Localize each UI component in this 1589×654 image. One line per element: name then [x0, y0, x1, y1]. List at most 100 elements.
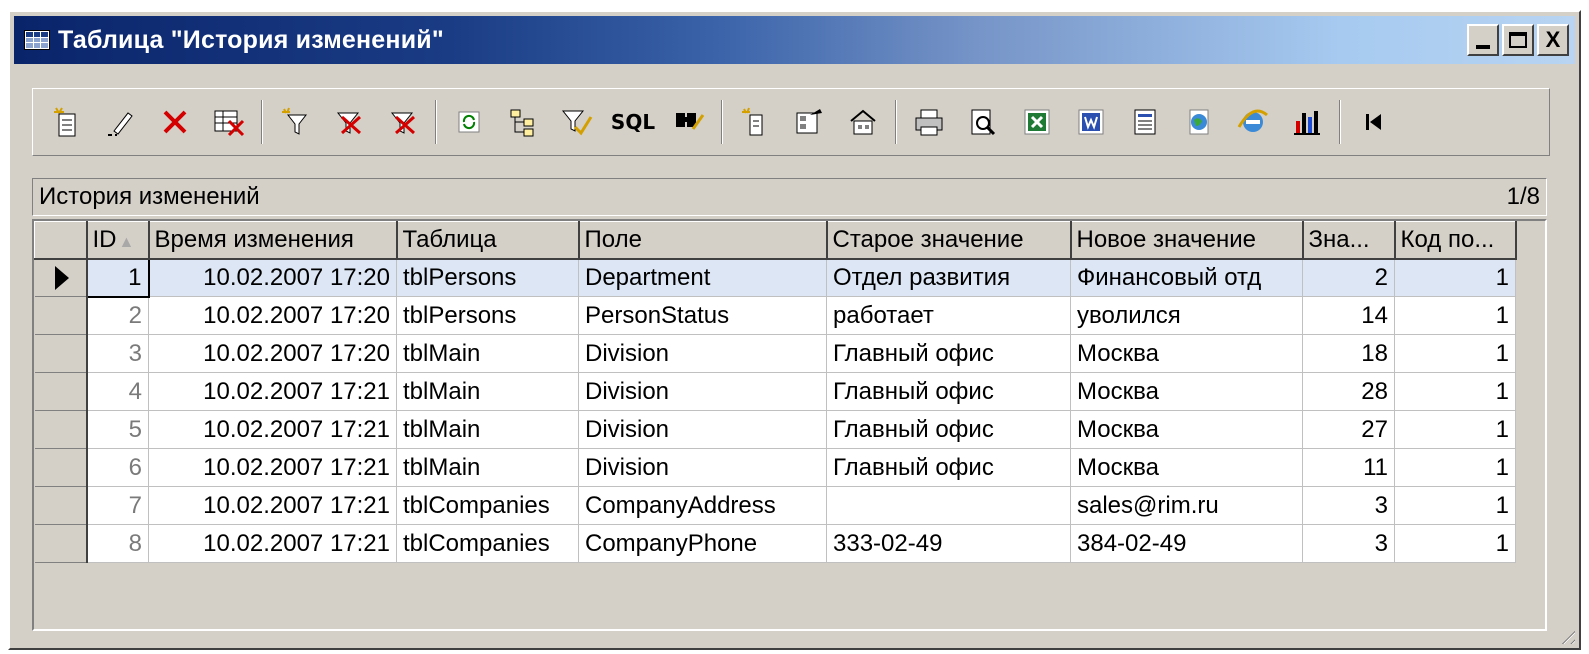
- cell-table[interactable]: tblMain: [396, 448, 579, 487]
- cell-time[interactable]: 10.02.2007 17:20: [148, 258, 397, 297]
- cell-code[interactable]: 1: [1394, 258, 1516, 297]
- cell-code[interactable]: 1: [1394, 372, 1516, 411]
- cell-time[interactable]: 10.02.2007 17:20: [148, 334, 397, 373]
- column-header-code[interactable]: Код по...: [1394, 221, 1517, 260]
- cell-code[interactable]: 1: [1394, 524, 1516, 563]
- row-selector[interactable]: [34, 448, 88, 487]
- cell-old[interactable]: работает: [826, 296, 1071, 335]
- cell-new[interactable]: Москва: [1070, 372, 1303, 411]
- properties-icon[interactable]: [787, 100, 831, 144]
- resize-grip[interactable]: [1557, 626, 1575, 644]
- cell-old[interactable]: Главный офис: [826, 372, 1071, 411]
- edit-pencil-icon[interactable]: [99, 100, 143, 144]
- cell-val[interactable]: 28: [1302, 372, 1395, 411]
- cell-old[interactable]: [826, 486, 1071, 525]
- delete-table-icon[interactable]: [207, 100, 251, 144]
- cell-time[interactable]: 10.02.2007 17:21: [148, 486, 397, 525]
- column-header-time[interactable]: Время изменения: [148, 221, 398, 260]
- cell-field[interactable]: CompanyPhone: [578, 524, 827, 563]
- cell-field[interactable]: PersonStatus: [578, 296, 827, 335]
- table-row[interactable]: 8 10.02.2007 17:21 tblCompanies CompanyPhon…: [34, 524, 1516, 563]
- cell-new[interactable]: Финансовый отд: [1070, 258, 1303, 297]
- column-header-new-value[interactable]: Новое значение: [1070, 221, 1304, 260]
- globe-icon[interactable]: [1177, 100, 1221, 144]
- column-header-table[interactable]: Таблица: [396, 221, 580, 260]
- table-row[interactable]: 2 10.02.2007 17:20 tblPersons PersonStatus р…: [34, 296, 1516, 335]
- cell-id[interactable]: 7: [86, 486, 149, 525]
- column-header-field[interactable]: Поле: [578, 221, 828, 260]
- cell-code[interactable]: 1: [1394, 448, 1516, 487]
- remove-filter-icon[interactable]: [381, 100, 425, 144]
- first-record-icon[interactable]: [1351, 100, 1395, 144]
- column-header-id[interactable]: ID ▲: [86, 221, 150, 260]
- cell-old[interactable]: Отдел развития: [826, 258, 1071, 297]
- cell-code[interactable]: 1: [1394, 296, 1516, 335]
- cell-time[interactable]: 10.02.2007 17:21: [148, 410, 397, 449]
- cell-id[interactable]: 3: [86, 334, 149, 373]
- cell-val[interactable]: 11: [1302, 448, 1395, 487]
- maximize-button[interactable]: [1502, 24, 1534, 56]
- row-selector[interactable]: [34, 258, 88, 297]
- chart-icon[interactable]: [1285, 100, 1329, 144]
- cell-old[interactable]: Главный офис: [826, 410, 1071, 449]
- delete-x-icon[interactable]: [153, 100, 197, 144]
- cell-new[interactable]: Москва: [1070, 448, 1303, 487]
- minimize-button[interactable]: [1467, 24, 1499, 56]
- row-selector[interactable]: [34, 334, 88, 373]
- data-grid[interactable]: ID ▲ Время изменения Таблица Поле Старое …: [32, 219, 1547, 631]
- cell-field[interactable]: Division: [578, 410, 827, 449]
- new-record-icon[interactable]: [45, 100, 89, 144]
- print-icon[interactable]: [907, 100, 951, 144]
- cell-id[interactable]: 5: [86, 410, 149, 449]
- cell-new[interactable]: 384-02-49: [1070, 524, 1303, 563]
- new-form-icon[interactable]: [733, 100, 777, 144]
- find-icon[interactable]: [667, 100, 711, 144]
- refresh-icon[interactable]: [447, 100, 491, 144]
- table-row[interactable]: 5 10.02.2007 17:21 tblMain Division Главный …: [34, 410, 1516, 449]
- filter-check-icon[interactable]: [555, 100, 599, 144]
- cell-field[interactable]: Division: [578, 448, 827, 487]
- cell-old[interactable]: Главный офис: [826, 448, 1071, 487]
- cell-new[interactable]: уволился: [1070, 296, 1303, 335]
- row-selector[interactable]: [34, 296, 88, 335]
- table-row[interactable]: 4 10.02.2007 17:21 tblMain Division Главный …: [34, 372, 1516, 411]
- cell-id[interactable]: 6: [86, 448, 149, 487]
- cell-old[interactable]: 333-02-49: [826, 524, 1071, 563]
- title-bar[interactable]: Таблица "История изменений" X: [14, 16, 1575, 64]
- row-selector[interactable]: [34, 410, 88, 449]
- cell-new[interactable]: Москва: [1070, 410, 1303, 449]
- column-header-old-value[interactable]: Старое значение: [826, 221, 1072, 260]
- cell-val[interactable]: 3: [1302, 486, 1395, 525]
- internet-explorer-icon[interactable]: [1231, 100, 1275, 144]
- cell-table[interactable]: tblCompanies: [396, 524, 579, 563]
- cell-time[interactable]: 10.02.2007 17:21: [148, 448, 397, 487]
- cell-table[interactable]: tblMain: [396, 372, 579, 411]
- table-row[interactable]: 1 10.02.2007 17:20 tblPersons Department Отд…: [34, 257, 1516, 298]
- cell-id[interactable]: 2: [86, 296, 149, 335]
- cell-field[interactable]: Division: [578, 334, 827, 373]
- settings-icon[interactable]: [841, 100, 885, 144]
- column-header-value[interactable]: Зна...: [1302, 221, 1396, 260]
- cell-val[interactable]: 27: [1302, 410, 1395, 449]
- table-row[interactable]: 3 10.02.2007 17:20 tblMain Division Главный …: [34, 334, 1516, 373]
- cell-val[interactable]: 14: [1302, 296, 1395, 335]
- cell-id[interactable]: 1: [85, 257, 150, 298]
- row-selector[interactable]: [34, 372, 88, 411]
- cell-val[interactable]: 2: [1302, 258, 1395, 297]
- tree-icon[interactable]: [501, 100, 545, 144]
- cell-field[interactable]: Division: [578, 372, 827, 411]
- print-preview-icon[interactable]: [961, 100, 1005, 144]
- table-row[interactable]: 7 10.02.2007 17:21 tblCompanies CompanyAddr…: [34, 486, 1516, 525]
- cell-table[interactable]: tblPersons: [396, 296, 579, 335]
- cell-field[interactable]: Department: [578, 258, 827, 297]
- cell-new[interactable]: Москва: [1070, 334, 1303, 373]
- cell-id[interactable]: 8: [86, 524, 149, 563]
- clear-filter-icon[interactable]: [327, 100, 371, 144]
- cell-new[interactable]: sales@rim.ru: [1070, 486, 1303, 525]
- cell-field[interactable]: CompanyAddress: [578, 486, 827, 525]
- cell-val[interactable]: 3: [1302, 524, 1395, 563]
- row-selector[interactable]: [34, 486, 88, 525]
- filter-icon[interactable]: [273, 100, 317, 144]
- word-doc-icon[interactable]: [1123, 100, 1167, 144]
- row-selector[interactable]: [34, 524, 88, 563]
